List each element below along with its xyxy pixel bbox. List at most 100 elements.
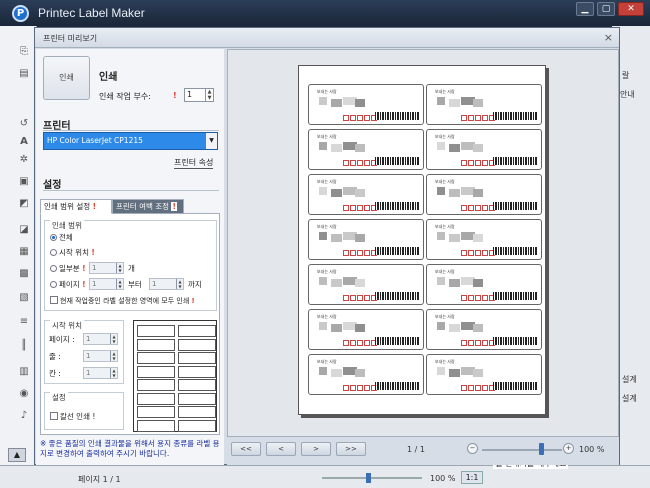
print-range-tab-content: 인쇄 범위 전체 시작 위치 ! 일부분 ! 1 ▲ ▼ 개 페이지 ! 1 ▲ ▼ 부… — [40, 213, 220, 435]
spinner[interactable]: ▲ ▼ — [110, 368, 117, 378]
preview-label: 보내는 사람 — [308, 84, 424, 125]
barcode-mark — [493, 292, 537, 300]
start-row-input[interactable]: 1 ▲ ▼ — [83, 350, 118, 362]
maximize-button[interactable]: ▢ — [597, 2, 615, 16]
picture-icon[interactable]: ◩ — [17, 198, 31, 210]
music-icon[interactable]: ♪ — [17, 410, 31, 422]
group-title: 설정 — [50, 392, 68, 403]
rotate-icon[interactable]: ↺ — [17, 118, 31, 130]
tab-printer-margin[interactable]: 프린터 여백 조정 ! — [112, 199, 184, 214]
checkbox-current-area[interactable]: 현재 작업중인 라벨 설정한 영역에 모두 인쇄 ! — [50, 296, 195, 306]
zoom-slider-handle[interactable] — [539, 443, 544, 455]
postal-code-box — [343, 340, 349, 346]
grid-icon[interactable]: ▩ — [17, 268, 31, 280]
tab-print-range[interactable]: 인쇄 범위 설정 ! — [40, 199, 112, 214]
status-zoom-value: 100 % — [430, 474, 456, 483]
barcode-mark — [493, 247, 537, 255]
dialog-close-icon[interactable]: × — [604, 31, 613, 44]
page-from-input[interactable]: 1 ▲ ▼ — [89, 278, 124, 290]
start-page-input[interactable]: 1 ▲ ▼ — [83, 333, 118, 345]
layout-cell[interactable] — [137, 352, 175, 364]
checkbox-outline-print[interactable]: 칼선 인쇄 ! — [50, 411, 95, 422]
layout-cell[interactable] — [178, 325, 216, 337]
layout-cell[interactable] — [178, 406, 216, 418]
postal-code-box — [482, 385, 488, 391]
image-icon[interactable]: ▣ — [17, 176, 31, 188]
status-zoom-slider[interactable] — [322, 473, 422, 483]
disc-icon[interactable]: ◉ — [17, 388, 31, 400]
next-page-button[interactable]: > — [301, 442, 331, 456]
last-page-button[interactable]: >> — [336, 442, 366, 456]
minimize-button[interactable]: ▁ — [576, 2, 594, 16]
layout-cell[interactable] — [137, 338, 175, 351]
radio-all[interactable]: 전체 — [50, 232, 73, 243]
calendar-icon[interactable]: ▦ — [17, 246, 31, 258]
chevron-down-icon[interactable]: ▼ — [206, 133, 217, 149]
layout-cell[interactable] — [178, 365, 216, 378]
qr-icon[interactable]: ▧ — [17, 292, 31, 304]
layout-cell[interactable] — [178, 392, 216, 405]
text-icon[interactable]: A — [17, 136, 31, 148]
postal-code-box — [350, 205, 356, 211]
copies-spinner[interactable]: ▲ ▼ — [205, 89, 213, 101]
printer-select[interactable]: HP Color LaserJet CP1215 ▼ — [43, 132, 218, 150]
checkbox-label: 현재 작업중인 라벨 설정한 영역에 모두 인쇄 — [60, 297, 190, 305]
layout-cell[interactable] — [137, 365, 175, 378]
settings-panel: 인쇄 인쇄 인쇄 작업 부수: ! 1 ▲ ▼ 프린터 HP Color Lase… — [36, 49, 224, 465]
radio-partial[interactable]: 일부분 ! — [50, 263, 86, 274]
spin-value: 1 — [152, 280, 157, 288]
page-to-input[interactable]: 1 ▲ ▼ — [149, 278, 184, 290]
preview-label: 보내는 사람 — [308, 174, 424, 215]
print-section-title: 인쇄 — [99, 72, 118, 83]
close-window-button[interactable]: ✕ — [618, 2, 644, 16]
prev-page-button[interactable]: < — [266, 442, 296, 456]
zip-icon[interactable]: ≡ — [17, 316, 31, 328]
layout-cell[interactable] — [137, 325, 175, 337]
first-page-button[interactable]: << — [231, 442, 261, 456]
layout-cell[interactable] — [137, 406, 175, 418]
barcode2-icon[interactable]: ▥ — [17, 366, 31, 378]
actual-size-button[interactable]: 1:1 — [461, 471, 483, 484]
zoom-out-button[interactable]: − — [467, 443, 478, 454]
spinner[interactable]: ▲ ▼ — [110, 351, 117, 361]
zoom-in-button[interactable]: + — [563, 443, 574, 454]
open-file-icon[interactable]: ⎘ — [17, 46, 31, 58]
layout-cell[interactable] — [178, 379, 216, 391]
spinner[interactable]: ▲ ▼ — [116, 279, 123, 289]
app-title: Printec Label Maker — [38, 6, 145, 20]
printer-properties-link[interactable]: 프린터 속성 — [174, 157, 214, 169]
postal-code-box — [364, 340, 370, 346]
printer-selected-value: HP Color LaserJet CP1215 — [47, 136, 143, 145]
scroll-up-button[interactable]: ▲ — [8, 448, 26, 462]
blurred-content — [319, 142, 327, 150]
radio-page[interactable]: 페이지 ! — [50, 279, 86, 290]
layout-cell[interactable] — [178, 419, 216, 432]
blurred-content — [355, 99, 365, 107]
label-sender-text: 보내는 사람 — [435, 269, 455, 274]
preview-navigation-bar: << < > >> 1 / 1 − + 100 % — [227, 437, 619, 465]
radio-start-position[interactable]: 시작 위치 ! — [50, 247, 95, 258]
folder-icon[interactable]: ▤ — [17, 68, 31, 80]
spinner[interactable]: ▲ ▼ — [176, 279, 183, 289]
spinner[interactable]: ▲ ▼ — [116, 263, 123, 273]
postal-code-box — [350, 160, 356, 166]
spinner[interactable]: ▲ ▼ — [110, 334, 117, 344]
shape-icon[interactable]: ✲ — [17, 154, 31, 166]
blurred-content — [449, 189, 460, 197]
zoom-slider[interactable] — [482, 449, 562, 451]
barcode-icon[interactable]: ║ — [17, 340, 31, 352]
layout-cell[interactable] — [137, 379, 175, 391]
clipart-icon[interactable]: ◪ — [17, 224, 31, 236]
print-button[interactable]: 인쇄 — [43, 56, 90, 100]
layout-cell[interactable] — [178, 338, 216, 351]
layout-cell[interactable] — [137, 419, 175, 432]
blurred-content — [437, 97, 445, 105]
layout-cell[interactable] — [137, 392, 175, 405]
dialog-title: 프린터 미리보기 — [43, 34, 98, 43]
blurred-content — [473, 144, 483, 152]
copies-input[interactable]: 1 ▲ ▼ — [184, 88, 214, 102]
start-col-input[interactable]: 1 ▲ ▼ — [83, 367, 118, 379]
partial-count-input[interactable]: 1 ▲ ▼ — [89, 262, 124, 274]
divider — [43, 130, 219, 131]
layout-cell[interactable] — [178, 352, 216, 364]
